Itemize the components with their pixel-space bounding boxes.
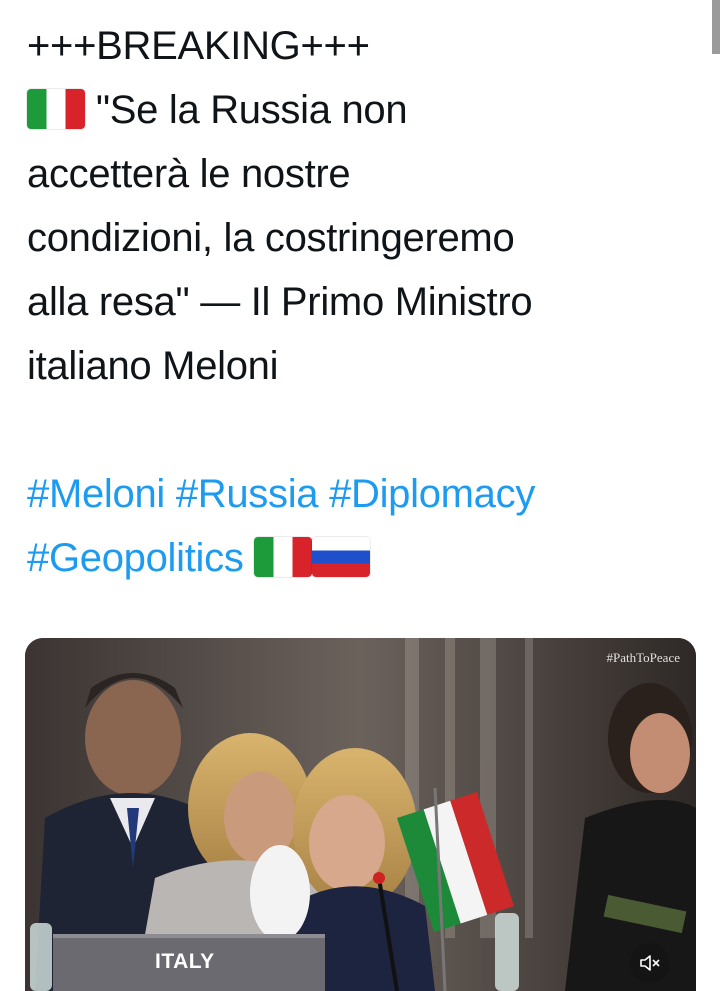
video-watermark: #PathToPeace: [606, 650, 680, 665]
hashtag-geopolitics[interactable]: #Geopolitics: [27, 536, 244, 580]
quote-line-3: condizioni, la costringeremo: [27, 216, 515, 260]
quote-line-4: alla resa" — Il Primo Ministro: [27, 280, 533, 324]
hashtag-row-1: #Meloni #Russia #Diplomacy: [27, 462, 697, 526]
quote-line-5: italiano Meloni: [27, 344, 279, 388]
mute-button[interactable]: [630, 943, 670, 983]
russia-flag-icon: [312, 537, 371, 578]
hashtag-diplomacy[interactable]: #Diplomacy: [329, 472, 535, 516]
quote-line-1: "Se la Russia non: [27, 78, 697, 142]
hashtag-russia[interactable]: #Russia: [176, 472, 319, 516]
tweet-text: +++BREAKING+++ "Se la Russia non accette…: [27, 14, 697, 590]
country-placard: ITALY: [155, 950, 215, 973]
breaking-header: +++BREAKING+++: [27, 24, 370, 68]
italy-flag-icon: [254, 537, 313, 578]
hashtag-row-2: #Geopolitics: [27, 526, 697, 590]
scrollbar[interactable]: [712, 0, 720, 54]
video-frame: [25, 638, 696, 991]
hashtag-meloni[interactable]: #Meloni: [27, 472, 165, 516]
video-player[interactable]: #PathToPeace ITALY: [25, 638, 696, 991]
italy-flag-icon: [27, 89, 85, 130]
volume-mute-icon: [640, 955, 660, 971]
quote-line-2: accetterà le nostre: [27, 152, 351, 196]
